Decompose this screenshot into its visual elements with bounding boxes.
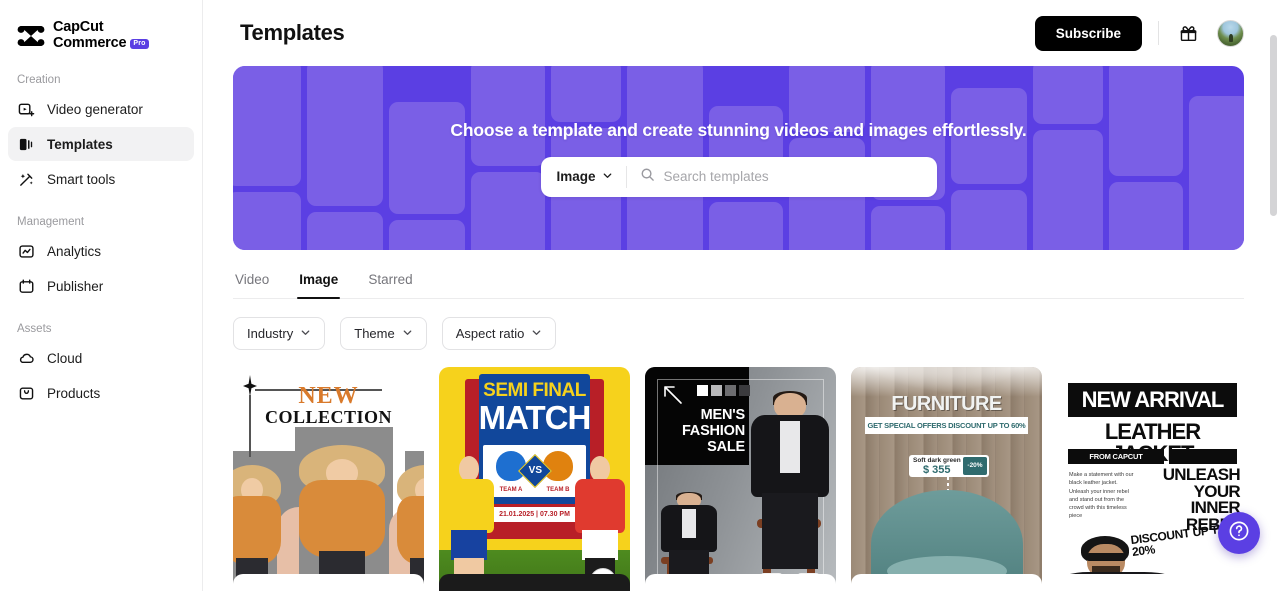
cloud-icon bbox=[18, 350, 35, 367]
products-icon bbox=[18, 385, 35, 402]
thumb-text-date: 21.01.2025 | 07.30 PM bbox=[487, 507, 582, 522]
filter-theme[interactable]: Theme bbox=[340, 317, 426, 350]
template-search-bar: Image bbox=[541, 157, 937, 197]
search-type-value: Image bbox=[557, 169, 596, 184]
capcut-logo-icon bbox=[17, 23, 45, 49]
content-type-tabs: Video Image Starred bbox=[233, 250, 1244, 299]
tab-video[interactable]: Video bbox=[233, 264, 271, 298]
thumb-text-price: $ 355 bbox=[923, 464, 951, 476]
thumb-text-line2: COLLECTION bbox=[233, 407, 424, 428]
thumb-text-line2: MATCH bbox=[439, 401, 630, 434]
template-card[interactable]: NEW ARRIVAL LEATHER JACKET FROM CAPCUT C… bbox=[1057, 367, 1248, 591]
top-bar: Templates Subscribe bbox=[203, 0, 1280, 66]
filter-label: Aspect ratio bbox=[456, 326, 525, 341]
thumb-text-line2: FASHION bbox=[653, 423, 745, 439]
brand-logo[interactable]: CapCut Commerce Pro bbox=[0, 0, 202, 54]
search-input[interactable] bbox=[664, 169, 923, 184]
template-thumbnail-partial[interactable] bbox=[439, 574, 630, 591]
arrow-up-left-icon bbox=[662, 384, 686, 408]
sidebar-item-label: Templates bbox=[47, 137, 113, 152]
sidebar-item-templates[interactable]: Templates bbox=[8, 127, 194, 161]
brand-name-line1: CapCut bbox=[53, 20, 149, 35]
thumb-text-line1: NEW ARRIVAL bbox=[1068, 383, 1237, 417]
template-grid: NEW COLLECTION bbox=[233, 367, 1244, 591]
help-button[interactable] bbox=[1218, 512, 1260, 554]
smart-tools-icon bbox=[18, 171, 35, 188]
chevron-down-icon bbox=[602, 169, 613, 184]
template-card[interactable]: MEN'S FASHION SALE bbox=[645, 367, 836, 591]
top-bar-actions: Subscribe bbox=[1035, 16, 1244, 51]
template-thumbnail-furniture-festival[interactable]: FURNITURE FESTIVAL GET SPECIAL OFFERS DI… bbox=[851, 367, 1042, 591]
thumb-text-vs: VS bbox=[524, 460, 546, 481]
sidebar-item-label: Products bbox=[47, 386, 100, 401]
gift-icon[interactable] bbox=[1175, 20, 1201, 46]
publisher-calendar-icon bbox=[18, 278, 35, 295]
video-generator-icon bbox=[18, 101, 35, 118]
chevron-down-icon bbox=[531, 326, 542, 341]
template-thumbnail-partial[interactable] bbox=[851, 574, 1042, 591]
page-title: Templates bbox=[240, 20, 345, 46]
template-grid-row-2-partial bbox=[233, 574, 1244, 591]
template-thumbnail-partial[interactable] bbox=[645, 574, 836, 591]
sidebar-item-publisher[interactable]: Publisher bbox=[8, 269, 194, 303]
subscribe-button[interactable]: Subscribe bbox=[1035, 16, 1142, 51]
pro-badge: Pro bbox=[130, 39, 148, 48]
hero-banner: Choose a template and create stunning vi… bbox=[233, 66, 1244, 250]
template-thumbnail-new-arrival-leather-jacket[interactable]: NEW ARRIVAL LEATHER JACKET FROM CAPCUT C… bbox=[1057, 367, 1248, 591]
sidebar-item-video-generator[interactable]: Video generator bbox=[8, 92, 194, 126]
thumb-text-line3: FROM CAPCUT COLLECTION bbox=[1068, 449, 1164, 464]
main-content: Templates Subscribe bbox=[203, 0, 1280, 591]
sidebar-item-label: Smart tools bbox=[47, 172, 115, 187]
template-card[interactable]: FURNITURE FESTIVAL GET SPECIAL OFFERS DI… bbox=[851, 367, 1042, 591]
template-card[interactable]: NEW COLLECTION bbox=[233, 367, 424, 591]
thumb-text-body: Make a statement with our black leather … bbox=[1069, 471, 1135, 521]
sidebar-group-label-assets: Assets bbox=[0, 323, 202, 335]
app-root: CapCut Commerce Pro Creation Video gener… bbox=[0, 0, 1280, 591]
filter-label: Theme bbox=[354, 326, 394, 341]
sidebar: CapCut Commerce Pro Creation Video gener… bbox=[0, 0, 203, 591]
vertical-scrollbar[interactable] bbox=[1270, 0, 1277, 591]
sidebar-item-label: Cloud bbox=[47, 351, 82, 366]
sidebar-item-cloud[interactable]: Cloud bbox=[8, 341, 194, 375]
template-thumbnail-partial[interactable] bbox=[1057, 574, 1248, 591]
sidebar-item-label: Publisher bbox=[47, 279, 103, 294]
filter-label: Industry bbox=[247, 326, 293, 341]
template-thumbnail-new-collection[interactable]: NEW COLLECTION bbox=[233, 367, 424, 591]
brand-name-line2: Commerce bbox=[53, 36, 126, 51]
thumb-text-product-name: Soft dark green bbox=[913, 457, 961, 464]
template-card[interactable]: SEMI FINAL MATCH TEAM A TEAM B VS 21.01.… bbox=[439, 367, 630, 591]
template-thumbnail-partial[interactable] bbox=[233, 574, 424, 591]
thumb-text-line1: MEN'S bbox=[653, 407, 745, 423]
sidebar-item-label: Video generator bbox=[47, 102, 143, 117]
sidebar-item-smart-tools[interactable]: Smart tools bbox=[8, 162, 194, 196]
filter-chips: Industry Theme Aspect ratio bbox=[233, 317, 1244, 350]
thumb-text-discount: -20% bbox=[963, 457, 987, 475]
avatar[interactable] bbox=[1217, 20, 1244, 47]
chevron-down-icon bbox=[300, 326, 311, 341]
thumb-text-line3: SALE bbox=[653, 439, 745, 455]
chevron-down-icon bbox=[402, 326, 413, 341]
sidebar-item-label: Analytics bbox=[47, 244, 101, 259]
search-icon bbox=[640, 167, 655, 187]
sidebar-item-products[interactable]: Products bbox=[8, 376, 194, 410]
filter-industry[interactable]: Industry bbox=[233, 317, 325, 350]
sidebar-group-label-management: Management bbox=[0, 216, 202, 228]
tab-starred[interactable]: Starred bbox=[366, 264, 414, 298]
hero-headline: Choose a template and create stunning vi… bbox=[450, 120, 1026, 141]
template-thumbnail-football-match-versus[interactable]: SEMI FINAL MATCH TEAM A TEAM B VS 21.01.… bbox=[439, 367, 630, 591]
scrollbar-thumb[interactable] bbox=[1270, 35, 1277, 216]
divider bbox=[1158, 21, 1159, 45]
thumb-text-line1: NEW bbox=[233, 383, 424, 410]
price-tag: Soft dark green $ 355 -20% bbox=[909, 455, 989, 477]
filter-aspect-ratio[interactable]: Aspect ratio bbox=[442, 317, 557, 350]
sidebar-item-analytics[interactable]: Analytics bbox=[8, 234, 194, 268]
sidebar-group-label-creation: Creation bbox=[0, 74, 202, 86]
help-question-icon bbox=[1228, 520, 1250, 547]
thumb-text-line2: GET SPECIAL OFFERS DISCOUNT UP TO 60% bbox=[865, 417, 1028, 434]
template-thumbnail-mens-fashion-sale[interactable]: MEN'S FASHION SALE bbox=[645, 367, 836, 591]
tab-image[interactable]: Image bbox=[297, 264, 340, 298]
search-type-select[interactable]: Image bbox=[541, 157, 626, 197]
analytics-icon bbox=[18, 243, 35, 260]
templates-icon bbox=[18, 136, 35, 153]
